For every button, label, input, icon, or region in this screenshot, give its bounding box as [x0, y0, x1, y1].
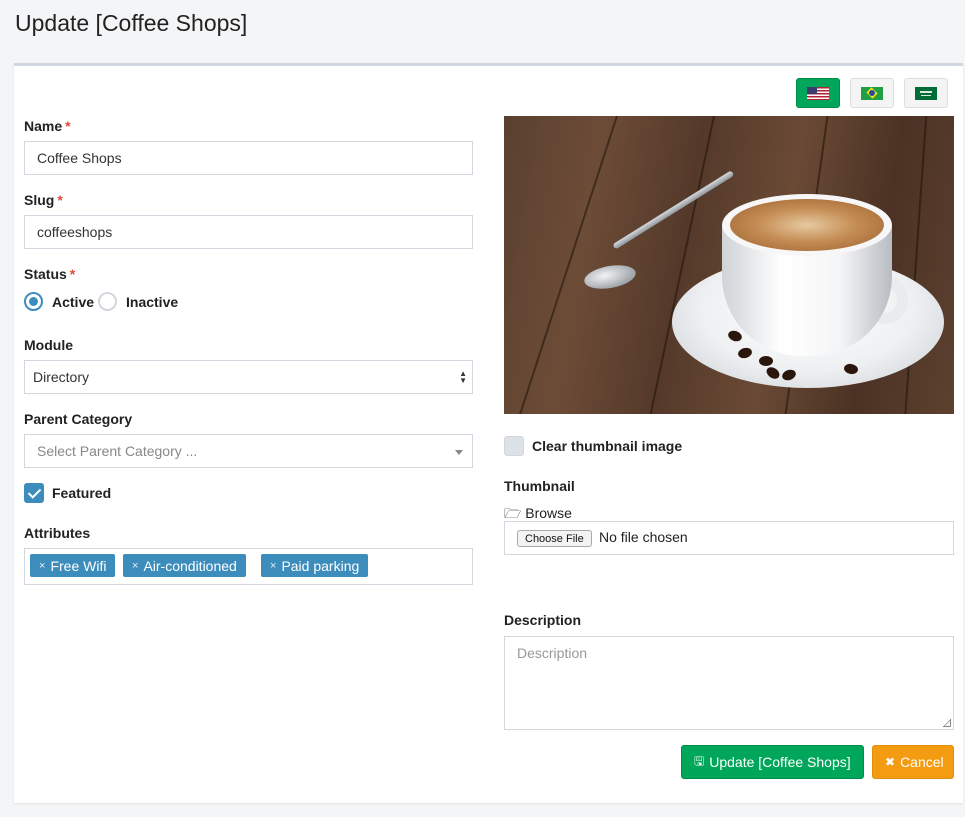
module-select[interactable]: Directory ▲ ▼ — [24, 360, 473, 394]
select-arrows-icon: ▲ ▼ — [459, 369, 467, 385]
featured-label[interactable]: Featured — [52, 485, 111, 501]
name-input-value: Coffee Shops — [37, 150, 122, 166]
wood-plank-line — [901, 116, 929, 414]
resize-handle-icon[interactable] — [943, 719, 951, 727]
browse-label-text: Browse — [525, 505, 572, 521]
wood-plank-line — [508, 116, 622, 414]
update-button[interactable]: 🖫 Update [Coffee Shops] — [681, 745, 864, 779]
required-mark: * — [57, 192, 63, 208]
form-panel: Name * Coffee Shops Slug * coffeeshops Sta… — [14, 63, 963, 803]
slug-label-text: Slug — [24, 192, 55, 208]
folder-open-icon: 🗁 — [504, 505, 522, 521]
name-label: Name * — [24, 118, 71, 134]
parent-category-label: Parent Category — [24, 411, 133, 427]
status-label: Status * — [24, 266, 75, 282]
language-button-en-us[interactable] — [796, 78, 840, 108]
module-label: Module — [24, 337, 73, 353]
flag-us-icon — [807, 86, 829, 100]
latte-shape — [730, 199, 884, 251]
slug-label: Slug * — [24, 192, 63, 208]
spoon-bowl-shape — [582, 261, 638, 293]
remove-tag-icon[interactable]: × — [39, 560, 45, 572]
language-button-ar-sa[interactable] — [904, 78, 948, 108]
wood-plank-line — [641, 116, 719, 414]
status-option-active-label[interactable]: Active — [52, 294, 94, 310]
flag-sa-icon — [915, 86, 937, 100]
attribute-tag-label: Free Wifi — [50, 557, 107, 574]
attribute-tag: × Free Wifi — [30, 554, 116, 577]
featured-checkbox[interactable] — [24, 483, 44, 503]
attribute-tag: × Paid parking — [261, 554, 369, 577]
update-button-label: Update [Coffee Shops] — [709, 754, 851, 770]
attribute-tag-label: Air-conditioned — [143, 557, 237, 574]
save-icon: 🖫 — [694, 753, 705, 768]
description-textarea[interactable]: Description — [504, 636, 954, 730]
module-select-value: Directory — [33, 369, 90, 385]
clear-thumbnail-label[interactable]: Clear thumbnail image — [532, 438, 682, 454]
slug-input-value: coffeeshops — [37, 224, 113, 240]
choose-file-button[interactable]: Choose File — [517, 530, 592, 547]
description-label: Description — [504, 612, 582, 628]
spoon-shape — [612, 170, 735, 250]
required-mark: * — [65, 118, 71, 134]
status-radio-active[interactable] — [24, 292, 43, 311]
status-option-inactive-label[interactable]: Inactive — [126, 294, 178, 310]
attributes-tag-input[interactable]: × Free Wifi × Air-conditioned × Paid parkin… — [24, 548, 473, 585]
remove-tag-icon[interactable]: × — [270, 560, 276, 572]
status-label-text: Status — [24, 266, 67, 282]
thumbnail-label: Thumbnail — [504, 478, 575, 494]
required-mark: * — [69, 266, 76, 282]
attribute-tag: × Air-conditioned — [123, 554, 246, 577]
name-input[interactable]: Coffee Shops — [24, 141, 473, 175]
close-icon: ✖ — [885, 755, 896, 769]
flag-br-icon — [861, 86, 883, 100]
thumbnail-file-input[interactable]: Choose File No file chosen — [504, 521, 954, 555]
cancel-button[interactable]: ✖ Cancel — [872, 745, 954, 779]
cancel-button-label: Cancel — [900, 754, 944, 770]
parent-category-placeholder: Select Parent Category ... — [37, 443, 198, 459]
file-status-text: No file chosen — [599, 529, 688, 545]
attributes-label: Attributes — [24, 525, 91, 541]
status-radio-inactive[interactable] — [98, 292, 117, 311]
attribute-tag-label: Paid parking — [281, 557, 360, 574]
description-placeholder: Description — [517, 645, 588, 661]
thumbnail-preview-image — [504, 116, 954, 414]
caret-down-icon — [455, 450, 463, 455]
name-label-text: Name — [24, 118, 63, 134]
page-title: Update [Coffee Shops] — [15, 10, 248, 36]
coffee-bean-shape — [759, 356, 773, 366]
language-button-pt-br[interactable] — [850, 78, 894, 108]
slug-input[interactable]: coffeeshops — [24, 215, 473, 249]
remove-tag-icon[interactable]: × — [132, 560, 138, 572]
clear-thumbnail-checkbox[interactable] — [504, 436, 524, 456]
parent-category-select[interactable]: Select Parent Category ... — [24, 434, 473, 468]
